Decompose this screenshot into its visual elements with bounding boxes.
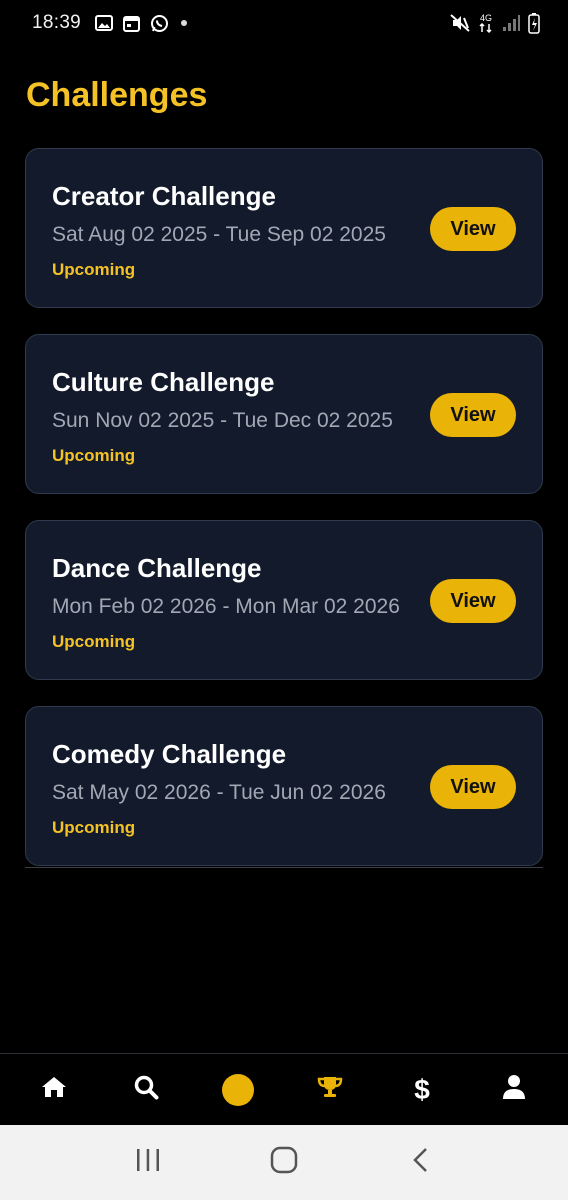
status-left-icons	[95, 14, 189, 33]
view-button[interactable]: View	[430, 393, 516, 437]
challenge-status: Upcoming	[52, 260, 136, 279]
view-button[interactable]: View	[430, 207, 516, 251]
challenge-title: Comedy Challenge	[52, 739, 287, 769]
challenge-status: Upcoming	[52, 632, 136, 651]
challenge-status: Upcoming	[52, 446, 136, 465]
home-button[interactable]	[254, 1133, 314, 1193]
challenge-card: Dance Challenge Mon Feb 02 2026 - Mon Ma…	[25, 520, 543, 680]
search-icon	[133, 1074, 159, 1105]
recent-apps-icon	[135, 1148, 161, 1177]
status-bar: 18:39 4G	[0, 0, 568, 46]
4g-icon: 4G	[478, 12, 494, 34]
status-right-icons: 4G	[450, 12, 540, 34]
profile-icon	[502, 1074, 526, 1105]
whatsapp-icon	[150, 14, 169, 33]
challenge-dates: Sun Nov 02 2025 - Tue Dec 02 2025	[52, 409, 393, 432]
challenge-card: Creator Challenge Sat Aug 02 2025 - Tue …	[25, 148, 543, 308]
nav-search[interactable]	[116, 1060, 176, 1120]
challenge-title: Culture Challenge	[52, 367, 275, 397]
signal-icon	[502, 14, 520, 32]
nav-earnings[interactable]: $	[392, 1060, 452, 1120]
dot-icon	[179, 18, 189, 28]
battery-icon	[528, 12, 540, 34]
trophy-icon	[317, 1075, 343, 1104]
view-button[interactable]: View	[430, 765, 516, 809]
home-button-icon	[270, 1146, 298, 1179]
nav-profile[interactable]	[484, 1060, 544, 1120]
back-icon	[411, 1147, 429, 1178]
bottom-nav: $	[0, 1053, 568, 1125]
challenge-status: Upcoming	[52, 818, 136, 837]
back-button[interactable]	[390, 1133, 450, 1193]
mute-icon	[450, 14, 470, 32]
page-title: Challenges	[26, 76, 208, 114]
status-time: 18:39	[32, 12, 82, 33]
challenge-dates: Mon Feb 02 2026 - Mon Mar 02 2026	[52, 595, 400, 618]
challenge-list: Creator Challenge Sat Aug 02 2025 - Tue …	[25, 148, 543, 892]
network-label: 4G	[480, 13, 492, 23]
nav-home[interactable]	[24, 1060, 84, 1120]
recent-apps-button[interactable]	[118, 1133, 178, 1193]
view-button[interactable]: View	[430, 579, 516, 623]
challenge-title: Creator Challenge	[52, 181, 276, 211]
challenge-card: Culture Challenge Sun Nov 02 2025 - Tue …	[25, 334, 543, 494]
challenge-title: Dance Challenge	[52, 553, 262, 583]
home-icon	[41, 1075, 67, 1104]
screen: 18:39 4G Challenges Creator Challenge Sa…	[0, 0, 568, 1200]
center-dot-icon	[222, 1073, 254, 1106]
challenge-dates: Sat May 02 2026 - Tue Jun 02 2026	[52, 781, 386, 804]
nav-center[interactable]	[208, 1060, 268, 1120]
calendar-icon	[123, 15, 141, 32]
list-divider	[25, 867, 543, 868]
dollar-icon: $	[414, 1073, 430, 1105]
challenge-card: Comedy Challenge Sat May 02 2026 - Tue J…	[25, 706, 543, 866]
gallery-icon	[95, 15, 114, 31]
system-nav-bar	[0, 1125, 568, 1200]
nav-challenges[interactable]	[300, 1060, 360, 1120]
challenge-dates: Sat Aug 02 2025 - Tue Sep 02 2025	[52, 223, 386, 246]
